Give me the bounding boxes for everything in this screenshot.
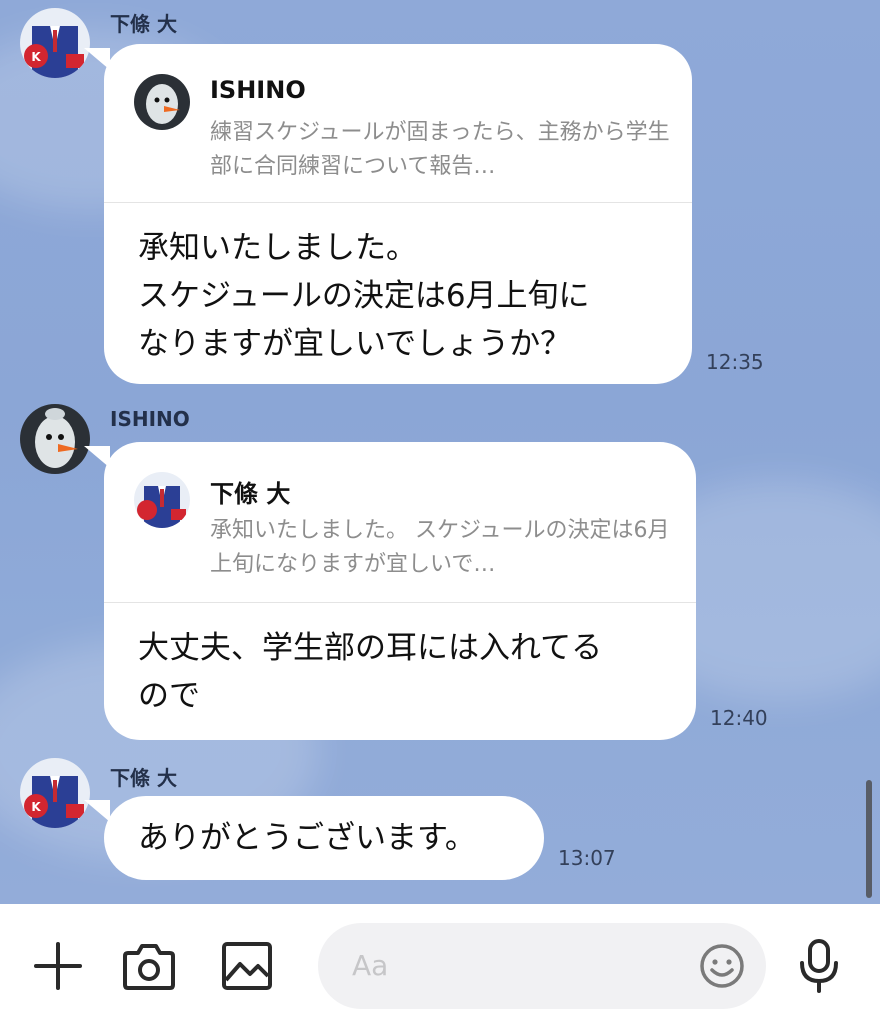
message-text: 大丈夫、学生部の耳には入れてる ので (138, 630, 603, 714)
message-time: 12:40 (710, 706, 768, 730)
message-text: 承知いたしました。 スケジュールの決定は6月上旬に なりますが宜しいでしょうか？ (138, 230, 590, 362)
reply-quote[interactable]: ISHINO 練習スケジュールが固まったら、主務から学生部に合同練習について報告… (134, 72, 672, 202)
quote-preview-text: 練習スケジュールが固まったら、主務から学生部に合同練習について報告… (210, 120, 670, 179)
quote-sender-name: ISHINO (210, 76, 306, 104)
message-input[interactable] (318, 923, 766, 1009)
quote-divider (104, 202, 692, 203)
chat-scrollbar[interactable] (866, 780, 872, 898)
quote-avatar-ishino (134, 74, 190, 130)
message-bubble[interactable]: 下條 大 承知いたしました。 スケジュールの決定は6月上旬になりますが宜しいで…… (104, 442, 696, 740)
avatar-shimojo[interactable]: K (20, 758, 90, 828)
reply-quote[interactable]: 下條 大 承知いたしました。 スケジュールの決定は6月上旬になりますが宜しいで… (134, 470, 676, 600)
message-bubble[interactable]: ISHINO 練習スケジュールが固まったら、主務から学生部に合同練習について報告… (104, 44, 692, 384)
quote-preview-text: 承知いたしました。 スケジュールの決定は6月上旬になりますが宜しいで… (210, 518, 670, 577)
message-text: ありがとうございます。 (138, 820, 476, 856)
image-icon[interactable] (218, 938, 276, 994)
sender-name: ISHINO (110, 407, 190, 431)
message-time: 12:35 (706, 350, 764, 374)
emoji-icon[interactable] (698, 942, 746, 990)
microphone-icon[interactable] (794, 936, 844, 996)
svg-text:K: K (31, 50, 41, 64)
bubble-tail (84, 800, 110, 822)
plus-icon[interactable] (30, 938, 86, 994)
quote-avatar-shimojo (134, 472, 190, 528)
quote-divider (104, 602, 696, 603)
camera-icon[interactable] (120, 938, 178, 994)
svg-text:K: K (31, 800, 41, 814)
chat-area[interactable]: K 下條 大 ISHINO 練習スケジュールが固まったら、主務から学生部に合同練… (0, 0, 880, 904)
sender-name: 下條 大 (110, 766, 177, 790)
message-bubble[interactable]: ありがとうございます。 (104, 796, 544, 880)
message-input-bar (0, 904, 880, 1024)
quote-sender-name: 下條 大 (210, 480, 291, 508)
message-time: 13:07 (558, 846, 616, 870)
avatar-ishino[interactable] (20, 404, 90, 474)
sender-name: 下條 大 (110, 12, 177, 36)
message-text-field[interactable] (352, 945, 682, 985)
avatar-shimojo[interactable]: K (20, 8, 90, 78)
